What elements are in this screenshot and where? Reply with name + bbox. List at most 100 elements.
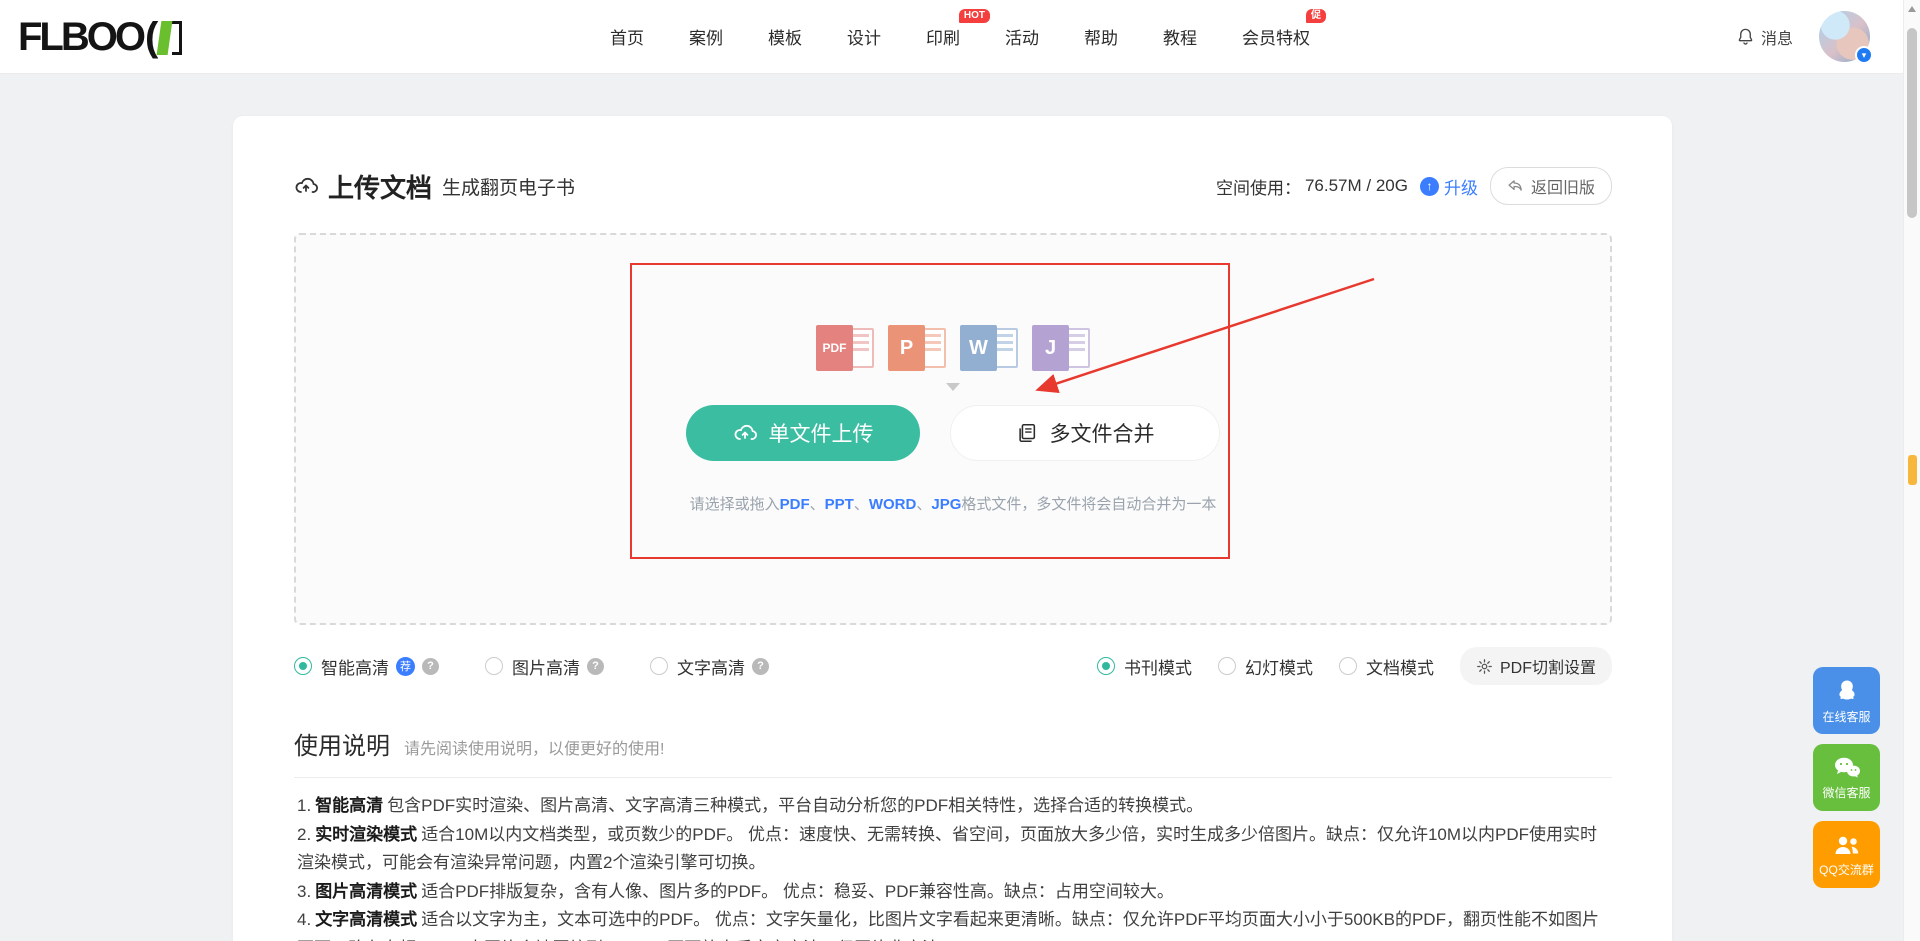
instruction-item: 2.实时渲染模式适合10M以内文档类型，或页数少的PDF。 优点：速度快、无需转… (297, 821, 1612, 878)
upload-dropzone[interactable]: PDF P W J 单文件上传 (294, 233, 1612, 625)
nav-item-design[interactable]: 设计 (847, 24, 881, 49)
logo-text: FLBOO (18, 14, 143, 60)
logo-book-cover-icon (172, 21, 182, 55)
qq-penguin-icon (1833, 677, 1861, 705)
hot-badge: HOT (959, 9, 990, 23)
upload-panel: 上传文档 生成翻页电子书 空间使用： 76.57M / 20G ↑ 升级 返回旧… (233, 116, 1672, 941)
user-avatar[interactable]: ▾ (1819, 11, 1870, 62)
help-icon[interactable]: ? (587, 658, 604, 675)
nav-item-cases[interactable]: 案例 (689, 24, 723, 49)
upload-buttons: 单文件上传 多文件合并 (686, 405, 1220, 461)
upgrade-button[interactable]: ↑ 升级 (1420, 174, 1478, 199)
radio-dot (1339, 657, 1357, 675)
cloud-upload-icon (294, 174, 318, 198)
chevron-down-icon (946, 383, 960, 391)
page-scrollbar (1903, 0, 1920, 941)
online-service-button[interactable]: 在线客服 (1813, 667, 1880, 734)
single-file-upload-button[interactable]: 单文件上传 (686, 405, 920, 461)
nav-item-activities[interactable]: 活动 (1005, 24, 1039, 49)
rocket-icon: ↑ (1420, 177, 1439, 196)
instructions-subtitle: 请先阅读使用说明，以便更好的使用! (404, 735, 664, 759)
nav-item-home[interactable]: 首页 (610, 24, 644, 49)
ppt-file-icon: P (888, 325, 946, 371)
recommended-badge: 荐 (396, 657, 415, 676)
nav-item-print[interactable]: 印刷 HOT (926, 24, 960, 49)
scrollbar-orange-marker (1908, 455, 1917, 485)
header-right: 空间使用： 76.57M / 20G ↑ 升级 返回旧版 (1216, 167, 1612, 205)
radio-label: 文档模式 (1366, 654, 1434, 679)
radio-slide-mode[interactable]: 幻灯模式 (1218, 654, 1313, 679)
floating-contact-buttons: 在线客服 微信客服 QQ交流群 (1813, 667, 1880, 888)
radio-dot (650, 657, 668, 675)
jpg-file-icon: J (1032, 325, 1090, 371)
multi-file-merge-button[interactable]: 多文件合并 (950, 405, 1220, 461)
logo-book-spine-icon (157, 21, 173, 55)
upgrade-label: 升级 (1444, 174, 1478, 199)
radio-text-hd[interactable]: 文字高清 ? (650, 654, 769, 679)
flbook-logo[interactable]: FLBOO ( (18, 14, 182, 60)
radio-dot (1097, 657, 1115, 675)
instructions-header: 使用说明 请先阅读使用说明，以便更好的使用! (294, 726, 1612, 778)
nav-item-templates[interactable]: 模板 (768, 24, 802, 49)
radio-dot (1218, 657, 1236, 675)
top-navigation: FLBOO ( 首页 案例 模板 设计 印刷 HOT 活动 帮助 教程 会员特权… (0, 0, 1920, 74)
side-button-label: 在线客服 (1822, 708, 1870, 725)
bell-icon (1736, 27, 1755, 46)
instructions-title: 使用说明 (294, 726, 390, 761)
radio-label: 幻灯模式 (1245, 654, 1313, 679)
pdf-file-icon: PDF (816, 325, 874, 371)
radio-label: 文字高清 (677, 654, 745, 679)
side-button-label: 微信客服 (1822, 784, 1870, 801)
qq-group-button[interactable]: QQ交流群 (1813, 821, 1880, 888)
radio-dot (485, 657, 503, 675)
help-icon[interactable]: ? (752, 658, 769, 675)
file-type-icons: PDF P W J (816, 325, 1090, 371)
wechat-service-button[interactable]: 微信客服 (1813, 744, 1880, 811)
return-arrow-icon (1507, 179, 1524, 194)
side-button-label: QQ交流群 (1819, 861, 1874, 878)
messages-label: 消息 (1761, 25, 1793, 49)
nav-item-membership[interactable]: 会员特权 促 (1242, 24, 1310, 49)
pdf-cut-settings-button[interactable]: PDF切割设置 (1460, 647, 1612, 685)
merge-documents-icon (1016, 422, 1038, 444)
nav-item-print-label: 印刷 (926, 29, 960, 48)
back-to-old-version-button[interactable]: 返回旧版 (1490, 167, 1612, 205)
radio-label: 图片高清 (512, 654, 580, 679)
instruction-item: 3.图片高清模式适合PDF排版复杂，含有人像、图片多的PDF。 优点：稳妥、PD… (297, 878, 1612, 907)
gear-icon (1476, 658, 1493, 675)
merge-label: 多文件合并 (1050, 418, 1155, 448)
instruction-item: 4.文字高清模式适合以文字为主，文本可选中的PDF。 优点：文字矢量化，比图片文… (297, 906, 1612, 941)
nav-item-help[interactable]: 帮助 (1084, 24, 1118, 49)
radio-label: 书刊模式 (1124, 654, 1192, 679)
upload-hint: 请选择或拖入PDF、PPT、WORD、JPG格式文件，多文件将会自动合并为一本 (690, 493, 1217, 514)
help-icon[interactable]: ? (422, 658, 439, 675)
back-old-label: 返回旧版 (1531, 174, 1595, 198)
instruction-item: 1.智能高清包含PDF实时渲染、图片高清、文字高清三种模式，平台自动分析您的PD… (297, 792, 1612, 821)
nav-item-membership-label: 会员特权 (1242, 29, 1310, 48)
nav-right: 消息 ▾ (1736, 11, 1892, 62)
quality-options: 智能高清 荐 ? 图片高清 ? 文字高清 ? (294, 654, 769, 679)
wechat-icon (1832, 755, 1862, 781)
radio-smart-hd[interactable]: 智能高清 荐 ? (294, 654, 439, 679)
radio-dot (294, 657, 312, 675)
space-usage-value: 76.57M / 20G (1305, 176, 1408, 196)
single-upload-label: 单文件上传 (769, 418, 874, 448)
messages-button[interactable]: 消息 (1736, 25, 1793, 49)
conversion-options: 智能高清 荐 ? 图片高清 ? 文字高清 ? 书刊模式 幻灯模式 (294, 652, 1612, 680)
radio-image-hd[interactable]: 图片高清 ? (485, 654, 604, 679)
radio-book-mode[interactable]: 书刊模式 (1097, 654, 1192, 679)
space-usage-label: 空间使用： (1216, 174, 1301, 199)
display-mode-options: 书刊模式 幻灯模式 文档模式 PDF切割设置 (1097, 647, 1612, 685)
nav-item-tutorials[interactable]: 教程 (1163, 24, 1197, 49)
promo-badge: 促 (1306, 9, 1326, 23)
pdf-cut-label: PDF切割设置 (1500, 654, 1596, 678)
nav-menu: 首页 案例 模板 设计 印刷 HOT 活动 帮助 教程 会员特权 促 (610, 24, 1310, 49)
vip-chevron-badge: ▾ (1855, 46, 1873, 64)
scrollbar-thumb[interactable] (1907, 28, 1917, 218)
radio-document-mode[interactable]: 文档模式 (1339, 654, 1434, 679)
people-group-icon (1832, 832, 1862, 858)
page-title: 上传文档 (328, 168, 432, 205)
word-file-icon: W (960, 325, 1018, 371)
radio-label: 智能高清 (321, 654, 389, 679)
scrollbar-up-arrow-icon[interactable] (1908, 6, 1916, 12)
